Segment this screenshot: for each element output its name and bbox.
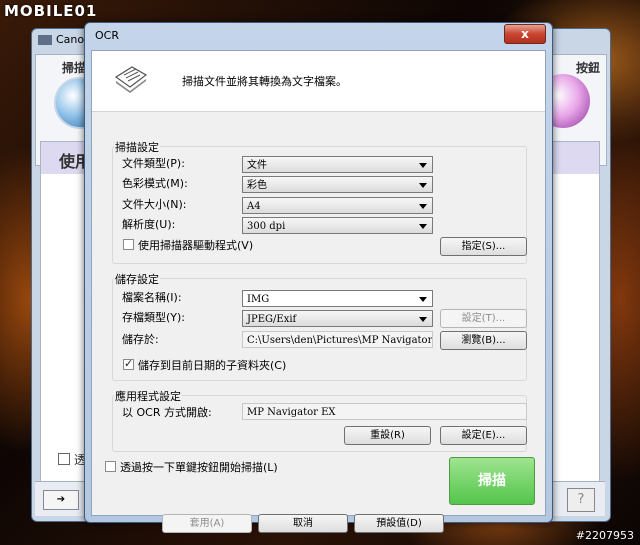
file-type-settings-button[interactable]: 設定(T)... xyxy=(440,309,527,328)
ocr-dialog: OCR x 掃描文件並將其轉換為文字檔案。 掃描設定 文件類型(P): 文件 色… xyxy=(84,22,553,533)
color-mode-label: 色彩模式(M): xyxy=(122,177,188,190)
file-name-value: IMG xyxy=(247,294,270,305)
help-button[interactable]: ? xyxy=(567,488,595,512)
save-in-label: 儲存於: xyxy=(122,333,159,346)
navigation-arrow-icon[interactable]: ➔ xyxy=(43,490,79,510)
document-size-select[interactable]: A4 xyxy=(242,197,433,214)
scan-button[interactable]: 掃描 xyxy=(449,457,535,505)
background-window-title: Cano xyxy=(38,33,84,46)
file-type-select[interactable]: JPEG/Exif xyxy=(242,310,433,327)
app-settings-title: 應用程式設定 xyxy=(114,388,182,404)
apply-button[interactable]: 套用(A) xyxy=(162,514,252,533)
browse-button[interactable]: 瀏覽(B)... xyxy=(440,331,527,350)
document-type-value: 文件 xyxy=(247,160,267,171)
use-driver-label: 使用掃描器驅動程式(V) xyxy=(138,239,254,252)
chevron-down-icon xyxy=(419,297,427,302)
app-settings-button[interactable]: 設定(E)... xyxy=(440,426,527,445)
canon-app-icon xyxy=(38,35,52,45)
open-with-field[interactable]: MP Navigator EX xyxy=(242,403,527,420)
save-settings-title: 儲存設定 xyxy=(114,271,160,287)
specify-button[interactable]: 指定(S)... xyxy=(440,237,527,256)
use-driver-checkbox[interactable] xyxy=(123,239,134,250)
dialog-description: 掃描文件並將其轉換為文字檔案。 xyxy=(182,75,347,88)
resolution-value: 300 dpi xyxy=(247,221,286,232)
dialog-header: 掃描文件並將其轉換為文字檔案。 xyxy=(92,51,545,112)
background-checkbox[interactable] xyxy=(58,453,70,465)
open-with-label: 以 OCR 方式開啟: xyxy=(122,406,212,419)
background-header-right: 按鈕 xyxy=(575,61,600,75)
file-name-combobox[interactable]: IMG xyxy=(242,290,433,307)
chevron-down-icon xyxy=(419,183,427,188)
subfolder-label: 儲存到目前日期的子資料夾(C) xyxy=(138,359,287,372)
resolution-select[interactable]: 300 dpi xyxy=(242,217,433,234)
one-click-label: 透過按一下單鍵按鈕開始掃描(L) xyxy=(120,461,278,474)
chevron-down-icon xyxy=(419,163,427,168)
file-type-value: JPEG/Exif xyxy=(247,314,297,325)
document-scan-icon xyxy=(114,66,148,93)
close-button[interactable]: x xyxy=(504,24,546,44)
dialog-client: 掃描文件並將其轉換為文字檔案。 掃描設定 文件類型(P): 文件 色彩模式(M)… xyxy=(91,50,546,533)
chevron-down-icon xyxy=(419,204,427,209)
resolution-label: 解析度(U): xyxy=(122,218,176,231)
watermark-id: #2207953 xyxy=(575,529,634,542)
document-type-select[interactable]: 文件 xyxy=(242,156,433,173)
color-mode-value: 彩色 xyxy=(247,180,267,191)
color-mode-select[interactable]: 彩色 xyxy=(242,176,433,193)
file-name-label: 檔案名稱(I): xyxy=(122,291,182,304)
background-window-title-text: Cano xyxy=(56,33,85,46)
file-type-label: 存檔類型(Y): xyxy=(122,311,186,324)
defaults-button[interactable]: 預設值(D) xyxy=(354,514,444,533)
scan-settings-title: 掃描設定 xyxy=(114,139,160,155)
document-size-label: 文件大小(N): xyxy=(122,198,187,211)
background-header-left: 掃描 xyxy=(62,61,87,75)
document-type-label: 文件類型(P): xyxy=(122,157,185,170)
save-in-field[interactable]: C:\Users\den\Pictures\MP Navigator EX\20… xyxy=(242,331,433,348)
subfolder-checkbox[interactable] xyxy=(123,357,134,370)
watermark-logo: MOBILE01 xyxy=(4,2,98,20)
cancel-button[interactable]: 取消 xyxy=(258,514,348,533)
chevron-down-icon xyxy=(419,317,427,322)
dialog-title: OCR xyxy=(95,29,119,42)
one-click-checkbox[interactable] xyxy=(105,461,116,472)
chevron-down-icon xyxy=(419,224,427,229)
document-size-value: A4 xyxy=(247,201,261,212)
reset-button[interactable]: 重設(R) xyxy=(344,426,431,445)
